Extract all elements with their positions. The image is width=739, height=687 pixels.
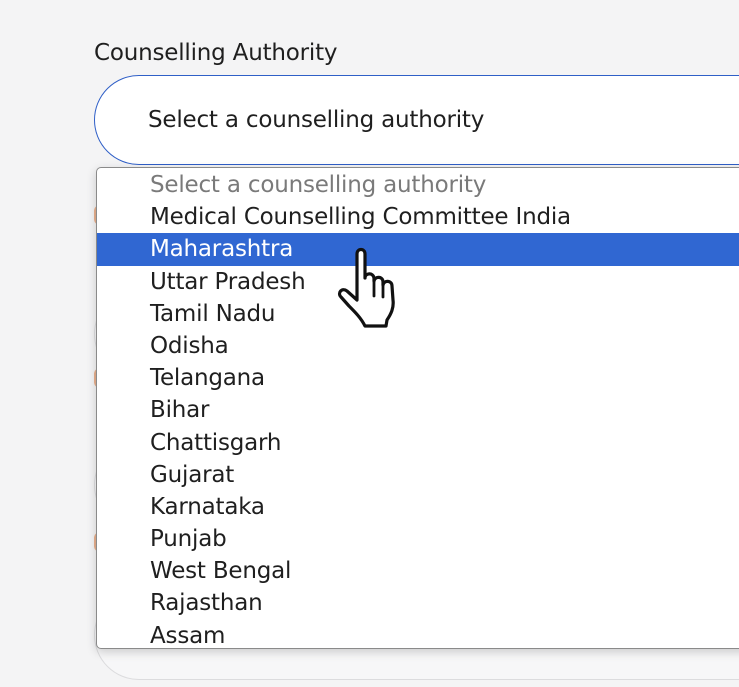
- dropdown-option[interactable]: Rajasthan: [97, 587, 739, 619]
- dropdown-option[interactable]: Punjab: [97, 523, 739, 555]
- dropdown-option[interactable]: West Bengal: [97, 555, 739, 587]
- dropdown-option[interactable]: Gujarat: [97, 459, 739, 491]
- select-current-value: Select a counselling authority: [148, 107, 485, 133]
- counselling-authority-label: Counselling Authority: [94, 40, 338, 66]
- dropdown-option[interactable]: Telangana: [97, 362, 739, 394]
- page: Counselling Authority Select a counselli…: [0, 0, 739, 687]
- dropdown-option[interactable]: Bihar: [97, 394, 739, 426]
- dropdown-option[interactable]: Odisha: [97, 330, 739, 362]
- dropdown-option[interactable]: Medical Counselling Committee India: [97, 201, 739, 233]
- dropdown-option[interactable]: Select a counselling authority: [97, 169, 739, 201]
- dropdown-option[interactable]: Assam: [97, 620, 739, 648]
- hand-pointer-icon: [337, 247, 395, 328]
- counselling-authority-select[interactable]: Select a counselling authority: [94, 75, 739, 165]
- dropdown-option[interactable]: Chattisgarh: [97, 427, 739, 459]
- dropdown-option[interactable]: Karnataka: [97, 491, 739, 523]
